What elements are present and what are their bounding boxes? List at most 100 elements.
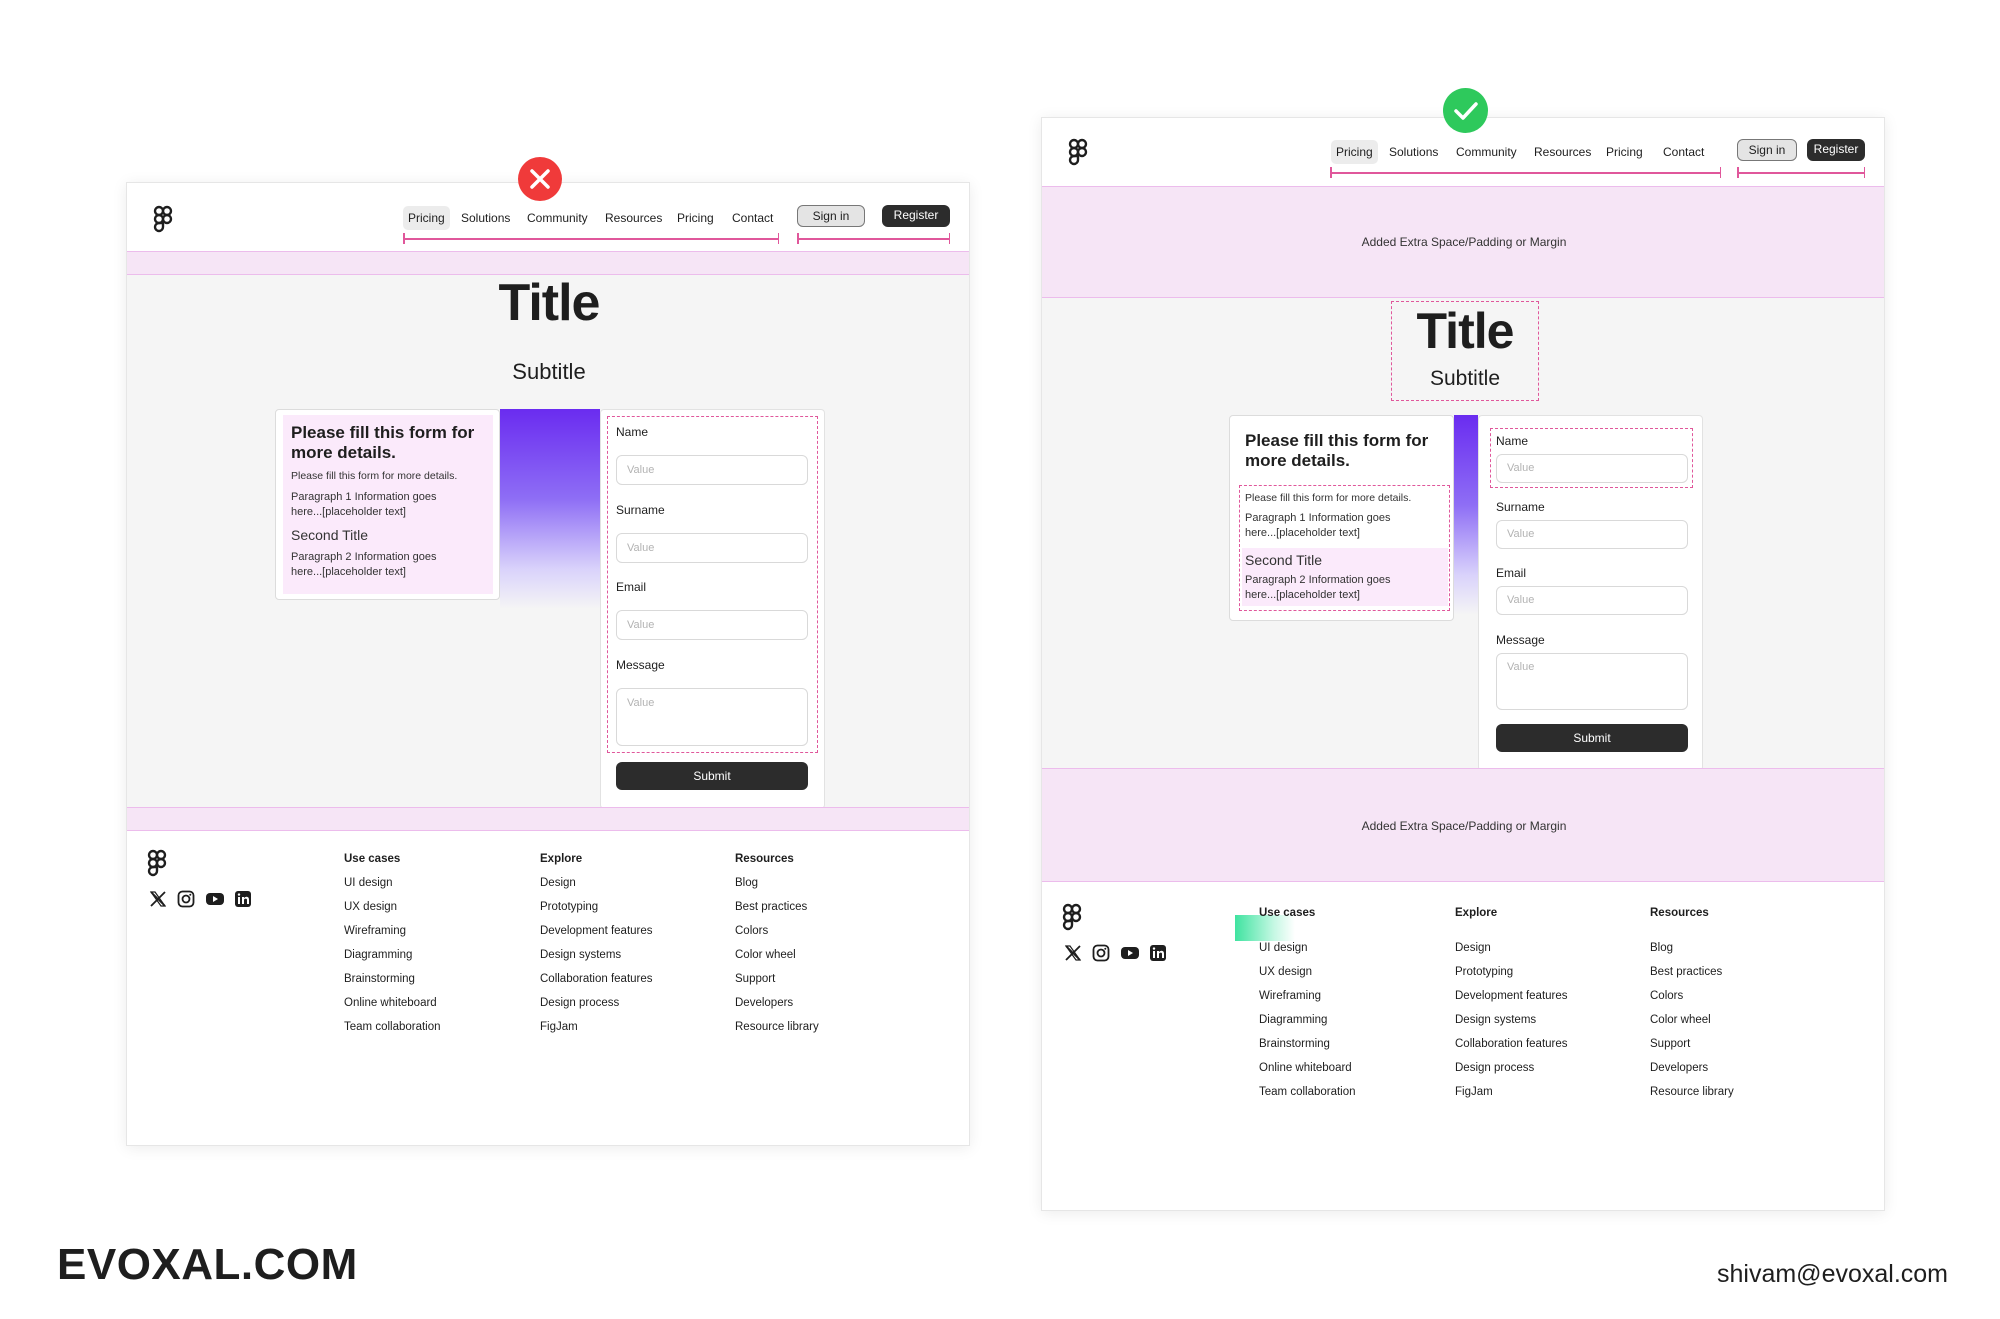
register-button[interactable]: Register: [882, 205, 950, 227]
footer-link[interactable]: Resource library: [1650, 1086, 1734, 1098]
surname-input[interactable]: Value: [616, 533, 808, 563]
footer-link[interactable]: Diagramming: [1259, 1014, 1327, 1026]
footer-link[interactable]: Online whiteboard: [1259, 1062, 1352, 1074]
footer-link[interactable]: Design systems: [540, 949, 621, 961]
footer-link[interactable]: UX design: [344, 901, 397, 913]
footer-link[interactable]: Best practices: [1650, 966, 1722, 978]
name-input[interactable]: Value: [1496, 454, 1688, 483]
nav-item-solutions[interactable]: Solutions: [461, 211, 510, 225]
footer-link[interactable]: Development features: [540, 925, 653, 937]
info-second-title: Second Title: [1245, 552, 1323, 568]
nav-item-pricing[interactable]: Pricing: [1331, 140, 1378, 164]
info-paragraph-2: Paragraph 2 Information goes here...[pla…: [291, 551, 437, 578]
sign-in-button[interactable]: Sign in: [1737, 139, 1797, 161]
footer-link[interactable]: Support: [1650, 1038, 1690, 1050]
footer-link[interactable]: Blog: [735, 877, 758, 889]
nav-item-contact[interactable]: Contact: [732, 211, 773, 225]
footer-link[interactable]: Design: [540, 877, 576, 889]
nav-item-resources[interactable]: Resources: [1534, 145, 1591, 159]
footer-link[interactable]: Wireframing: [1259, 990, 1321, 1002]
linkedin-icon[interactable]: [234, 890, 252, 908]
footer-link[interactable]: Design: [1455, 942, 1491, 954]
nav-item-solutions[interactable]: Solutions: [1389, 145, 1438, 159]
message-textarea[interactable]: Value: [616, 688, 808, 746]
footer-link[interactable]: Development features: [1455, 990, 1568, 1002]
good-example-panel: Pricing Solutions Community Resources Pr…: [1041, 117, 1885, 1211]
email-input[interactable]: Value: [616, 610, 808, 640]
youtube-icon[interactable]: [1120, 944, 1140, 962]
page-title: Title: [498, 274, 601, 332]
nav-item-pricing-2[interactable]: Pricing: [1606, 145, 1643, 159]
email-label: Email: [616, 580, 647, 594]
instagram-icon[interactable]: [1092, 944, 1110, 962]
nav-item-community[interactable]: Community: [527, 211, 588, 225]
footer-link[interactable]: Online whiteboard: [344, 997, 437, 1009]
info-paragraph-1: Paragraph 1 Information goes here...[pla…: [1245, 512, 1391, 539]
footer-link[interactable]: Collaboration features: [540, 973, 653, 985]
footer-link[interactable]: Color wheel: [1650, 1014, 1711, 1026]
footer-heading-resources: Resources: [1650, 907, 1709, 919]
footer-link[interactable]: Diagramming: [344, 949, 412, 961]
footer-link[interactable]: Developers: [1650, 1062, 1708, 1074]
nav-item-contact[interactable]: Contact: [1663, 145, 1704, 159]
footer-link[interactable]: Brainstorming: [344, 973, 415, 985]
footer-link[interactable]: Prototyping: [1455, 966, 1513, 978]
page-subtitle: Subtitle: [512, 359, 586, 384]
message-textarea[interactable]: Value: [1496, 653, 1688, 710]
footer-link[interactable]: FigJam: [1455, 1086, 1493, 1098]
footer-link[interactable]: Color wheel: [735, 949, 796, 961]
nav-item-resources[interactable]: Resources: [605, 211, 662, 225]
submit-button[interactable]: Submit: [1496, 724, 1688, 752]
submit-button[interactable]: Submit: [616, 762, 808, 790]
register-button[interactable]: Register: [1807, 139, 1865, 161]
youtube-icon[interactable]: [205, 890, 225, 908]
surname-label: Surname: [1496, 500, 1545, 514]
instagram-icon[interactable]: [177, 890, 195, 908]
nav-item-pricing[interactable]: Pricing: [403, 206, 450, 230]
footer-link[interactable]: Blog: [1650, 942, 1673, 954]
footer-link[interactable]: UI design: [344, 877, 393, 889]
message-label: Message: [1496, 633, 1545, 647]
footer-link[interactable]: Design process: [540, 997, 619, 1009]
figma-logo[interactable]: [1068, 138, 1088, 166]
x-icon[interactable]: [1064, 944, 1082, 962]
footer-link[interactable]: Support: [735, 973, 775, 985]
message-label: Message: [616, 658, 665, 672]
footer-link[interactable]: Best practices: [735, 901, 807, 913]
footer-link[interactable]: Brainstorming: [1259, 1038, 1330, 1050]
nav-item-community[interactable]: Community: [1456, 145, 1517, 159]
name-input[interactable]: Value: [616, 455, 808, 485]
footer-heading-use-cases: Use cases: [1259, 907, 1316, 919]
contact-email: shivam@evoxal.com: [1717, 1260, 1949, 1288]
footer-link[interactable]: UI design: [1259, 942, 1308, 954]
email-input[interactable]: Value: [1496, 586, 1688, 615]
footer-link[interactable]: Team collaboration: [344, 1021, 441, 1033]
footer-link[interactable]: UX design: [1259, 966, 1312, 978]
nav-item-pricing-2[interactable]: Pricing: [677, 211, 714, 225]
page-subtitle: Subtitle: [1429, 367, 1501, 390]
footer-link[interactable]: Team collaboration: [1259, 1086, 1356, 1098]
footer-figma-logo[interactable]: [147, 849, 167, 877]
footer-link[interactable]: Wireframing: [344, 925, 406, 937]
footer-link[interactable]: Design process: [1455, 1062, 1534, 1074]
nav-buttons-measure: [797, 234, 950, 243]
linkedin-icon[interactable]: [1149, 944, 1167, 962]
footer-link[interactable]: Colors: [1650, 990, 1683, 1002]
cross-icon: [518, 157, 562, 201]
footer-heading-resources: Resources: [735, 853, 794, 865]
surname-input[interactable]: Value: [1496, 520, 1688, 549]
footer-link[interactable]: Developers: [735, 997, 793, 1009]
x-icon[interactable]: [149, 890, 167, 908]
footer-link[interactable]: FigJam: [540, 1021, 578, 1033]
footer-link[interactable]: Prototyping: [540, 901, 598, 913]
footer-link[interactable]: Collaboration features: [1455, 1038, 1568, 1050]
footer-link[interactable]: Design systems: [1455, 1014, 1536, 1026]
figma-logo[interactable]: [153, 205, 173, 233]
footer-link[interactable]: Colors: [735, 925, 768, 937]
footer-link[interactable]: Resource library: [735, 1021, 819, 1033]
site-brand: EVOXAL.COM: [57, 1240, 358, 1289]
footer-heading-use-cases: Use cases: [344, 853, 401, 865]
top-spacing-band: [127, 251, 969, 275]
sign-in-button[interactable]: Sign in: [797, 205, 865, 227]
footer-figma-logo[interactable]: [1062, 903, 1082, 931]
